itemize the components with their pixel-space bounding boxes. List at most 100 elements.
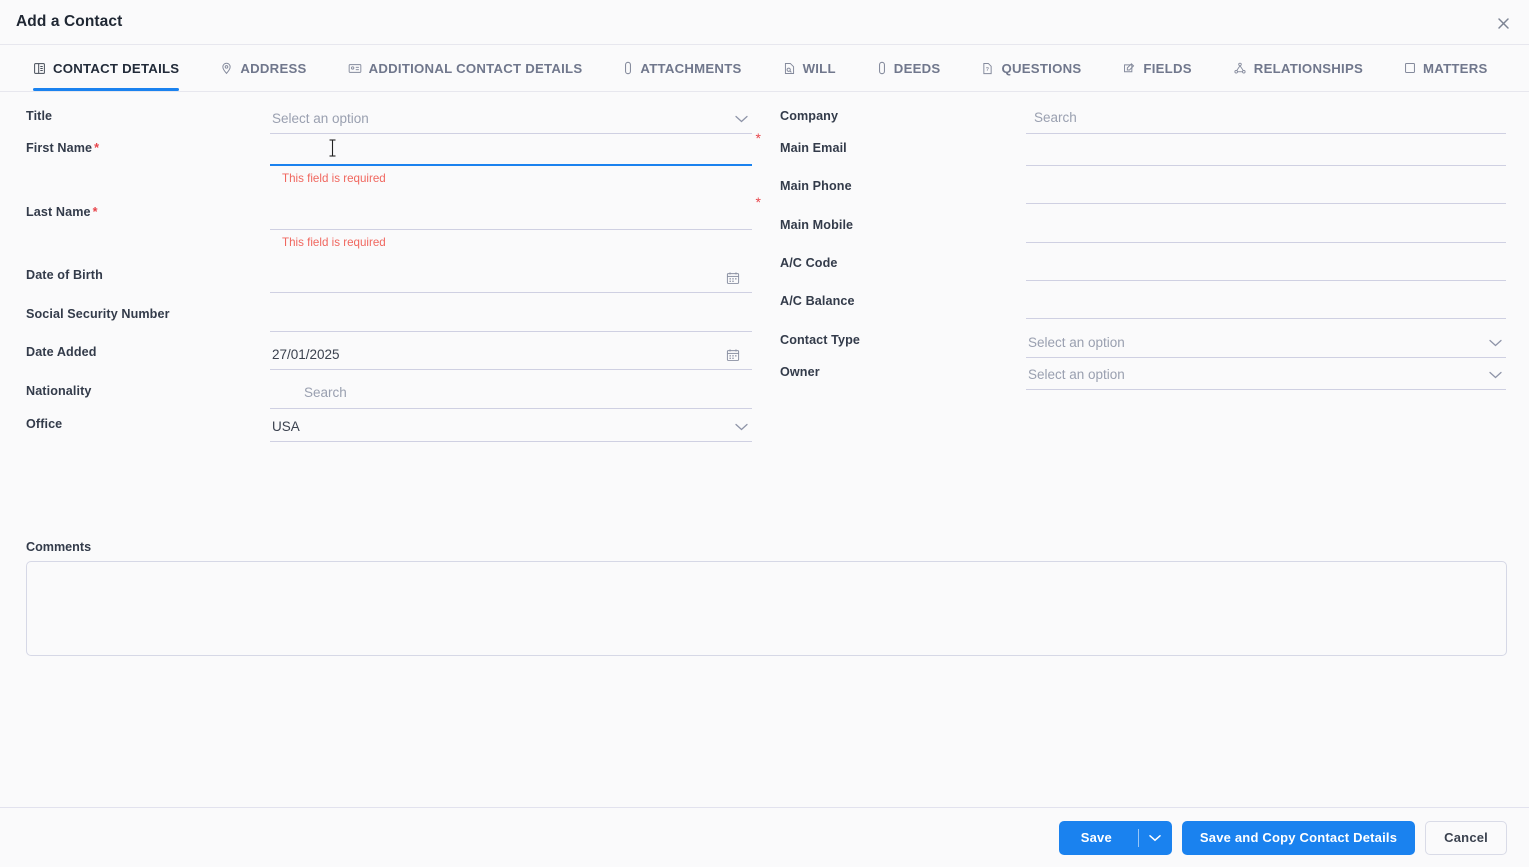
contact-details-form: Title Select an option First Name * This… <box>0 92 1529 800</box>
tab-contact-details[interactable]: CONTACT DETAILS <box>22 45 190 91</box>
field-label: Contact Type <box>780 333 861 347</box>
field-date-added: Date Added 27/01/2025 <box>26 340 752 370</box>
company-search-input[interactable] <box>1026 110 1506 127</box>
document-search-icon <box>783 62 796 75</box>
main-mobile-input-wrap[interactable] <box>1026 213 1506 243</box>
main-phone-input-wrap[interactable] <box>1026 174 1506 204</box>
title-placeholder: Select an option <box>272 111 369 126</box>
required-asterisk: * <box>755 130 761 146</box>
field-owner: Owner Select an option <box>780 360 1506 390</box>
field-date-of-birth: Date of Birth <box>26 263 752 293</box>
field-main-phone: Main Phone <box>780 174 1506 204</box>
owner-select[interactable]: Select an option <box>1026 360 1506 390</box>
tab-questions[interactable]: ? QUESTIONS <box>970 45 1092 91</box>
field-label: Social Security Number <box>26 307 170 321</box>
field-office: Office USA <box>26 412 752 442</box>
save-button[interactable]: Save <box>1058 820 1138 855</box>
social-security-number-input[interactable] <box>270 308 752 325</box>
comments-label: Comments <box>26 540 92 554</box>
tab-bar: CONTACT DETAILS ADDRESS ADDITIONAL CONTA… <box>0 45 1529 92</box>
nationality-search-input[interactable] <box>270 385 752 402</box>
title-select[interactable]: Select an option <box>270 104 752 134</box>
square-outline-icon <box>1404 62 1416 74</box>
chevron-down-icon <box>735 115 748 123</box>
field-title: Title Select an option <box>26 104 752 134</box>
last-name-input-wrap[interactable] <box>270 200 752 230</box>
field-label: Nationality <box>26 384 92 398</box>
office-value: USA <box>272 419 300 434</box>
question-document-icon: ? <box>981 62 994 75</box>
field-label: Main Mobile <box>780 218 854 232</box>
field-label: Date Added <box>26 345 97 359</box>
tab-address[interactable]: ADDRESS <box>209 45 317 91</box>
chevron-down-icon <box>1489 371 1502 379</box>
tab-full-information[interactable]: FULL INFORMATION <box>1518 45 1529 91</box>
tab-will[interactable]: WILL <box>772 45 847 91</box>
tab-label: ADDITIONAL CONTACT DETAILS <box>368 60 583 76</box>
tab-label: ATTACHMENTS <box>640 60 742 76</box>
map-pin-icon <box>220 62 233 75</box>
nationality-input-wrap[interactable] <box>270 379 752 409</box>
tab-label: RELATIONSHIPS <box>1253 60 1364 76</box>
main-mobile-input[interactable] <box>1026 219 1506 236</box>
tab-attachments[interactable]: ATTACHMENTS <box>612 45 752 91</box>
last-name-input[interactable] <box>270 206 752 223</box>
field-label: Company <box>780 109 839 123</box>
chevron-down-icon <box>1489 339 1502 347</box>
contact-type-select[interactable]: Select an option <box>1026 328 1506 358</box>
paperclip-icon <box>877 61 887 75</box>
tab-deeds[interactable]: DEEDS <box>866 45 952 91</box>
tab-matters[interactable]: MATTERS <box>1393 45 1499 91</box>
ac-code-input-wrap[interactable] <box>1026 251 1506 281</box>
date-of-birth-input-wrap[interactable] <box>270 263 752 293</box>
paperclip-icon <box>623 61 633 75</box>
last-name-error: This field is required <box>282 236 386 249</box>
field-label: Office <box>26 417 63 431</box>
chevron-down-icon <box>1149 829 1161 847</box>
ssn-input-wrap[interactable] <box>270 302 752 332</box>
dialog-footer: Save Save and Copy Contact Details Cance… <box>0 807 1529 867</box>
tab-additional-contact-details[interactable]: ADDITIONAL CONTACT DETAILS <box>337 45 594 91</box>
tab-relationships[interactable]: RELATIONSHIPS <box>1222 45 1374 91</box>
first-name-input[interactable] <box>270 141 752 159</box>
office-select[interactable]: USA <box>270 412 752 442</box>
ac-balance-input[interactable] <box>1026 295 1506 312</box>
field-social-security-number: Social Security Number <box>26 302 752 332</box>
first-name-input-wrap[interactable] <box>270 136 752 166</box>
contact-card-icon <box>33 62 46 75</box>
main-email-input-wrap[interactable] <box>1026 136 1506 166</box>
company-input-wrap[interactable] <box>1026 104 1506 134</box>
id-card-icon <box>348 62 362 75</box>
calendar-icon[interactable] <box>726 348 740 362</box>
dialog-titlebar: Add a Contact <box>0 0 1529 45</box>
field-label: Main Phone <box>780 179 852 193</box>
field-last-name: Last Name * This field is required * <box>26 195 761 249</box>
ac-balance-input-wrap[interactable] <box>1026 289 1506 319</box>
add-contact-dialog: Add a Contact CONTACT DETAILS ADDRESS AD… <box>0 0 1529 867</box>
field-first-name: First Name * This field is required * <box>26 131 761 185</box>
field-label: Date of Birth <box>26 268 103 282</box>
field-nationality: Nationality <box>26 379 752 409</box>
field-main-mobile: Main Mobile <box>780 213 1506 243</box>
ac-code-input[interactable] <box>1026 257 1506 274</box>
field-label: Owner <box>780 365 820 379</box>
date-of-birth-input[interactable] <box>270 269 752 286</box>
required-marker: * <box>94 141 100 155</box>
required-marker: * <box>92 205 98 219</box>
date-added-input-wrap[interactable]: 27/01/2025 <box>270 340 752 370</box>
save-split-button[interactable]: Save <box>1058 820 1172 855</box>
save-and-copy-contact-details-button[interactable]: Save and Copy Contact Details <box>1181 820 1416 855</box>
main-phone-input[interactable] <box>1026 180 1506 197</box>
dialog-title: Add a Contact <box>16 13 123 30</box>
edit-note-icon <box>1122 62 1136 75</box>
calendar-icon[interactable] <box>726 271 740 285</box>
network-nodes-icon <box>1233 62 1247 75</box>
contact-type-placeholder: Select an option <box>1028 335 1125 350</box>
tab-fields[interactable]: FIELDS <box>1111 45 1202 91</box>
comments-textarea[interactable] <box>26 561 1507 656</box>
svg-text:?: ? <box>986 66 989 72</box>
main-email-input[interactable] <box>1026 142 1506 159</box>
close-icon[interactable] <box>1491 11 1515 35</box>
save-dropdown-toggle[interactable] <box>1137 820 1172 855</box>
cancel-button[interactable]: Cancel <box>1425 820 1507 855</box>
